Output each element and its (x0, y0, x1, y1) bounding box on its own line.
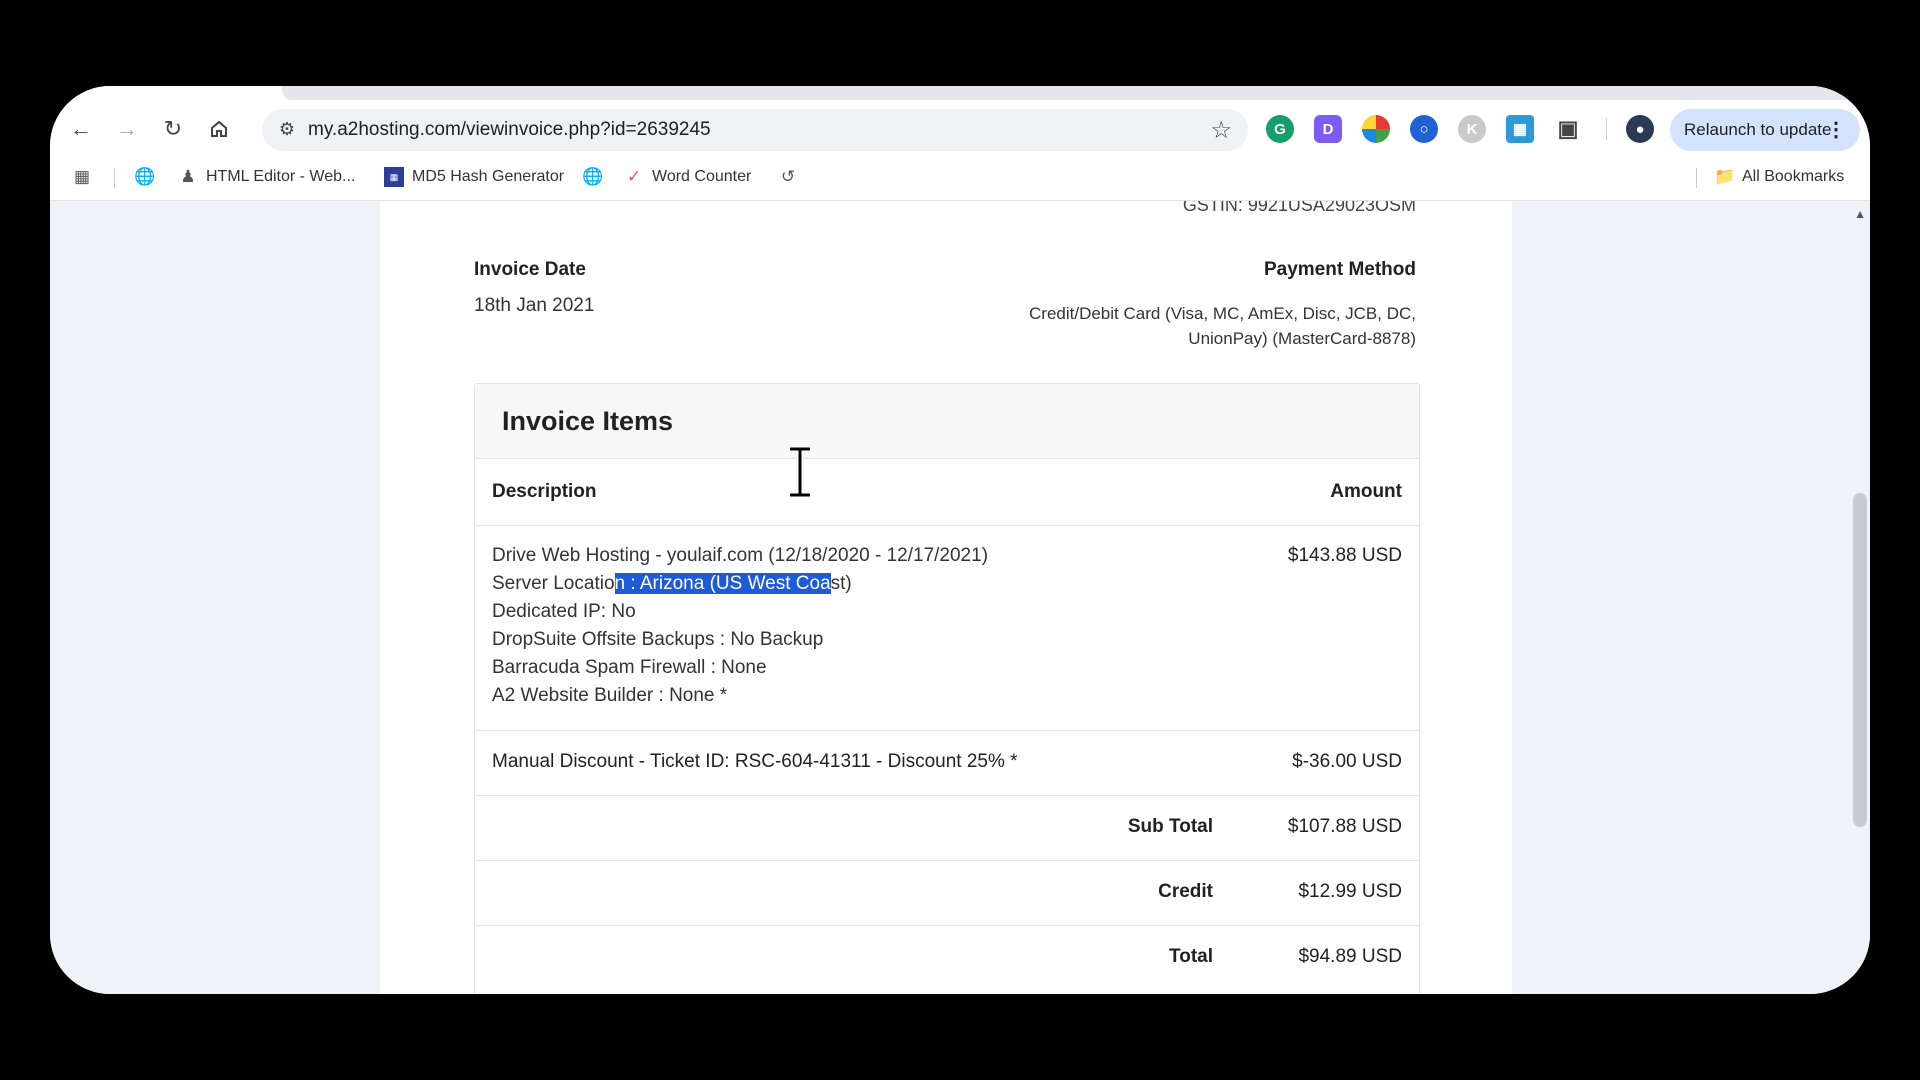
puzzle-icon[interactable]: ▣ (1554, 115, 1582, 143)
toolbar-divider (1606, 118, 1607, 140)
table-row: Manual Discount - Ticket ID: RSC-604-413… (475, 731, 1419, 796)
person-icon: ♟ (180, 167, 196, 186)
relaunch-button[interactable]: Relaunch to update ⋮ (1670, 109, 1860, 151)
invoice-items-title: Invoice Items (502, 406, 674, 436)
bookmark-divider (114, 168, 115, 188)
text-cursor-icon (790, 446, 810, 498)
item-description: Drive Web Hosting - youlaif.com (12/18/2… (492, 542, 988, 710)
url-text[interactable]: my.a2hosting.com/viewinvoice.php?id=2639… (308, 119, 711, 141)
item-line: Dedicated IP: No (492, 601, 636, 622)
table-row: Drive Web Hosting - youlaif.com (12/18/2… (475, 526, 1419, 731)
blue-circle-extension-icon[interactable]: ○ (1410, 115, 1438, 143)
scroll-up-icon[interactable]: ▲ (1854, 207, 1866, 221)
browser-toolbar: ← → ↻ ⚙ my.a2hosting.com/viewinvoice.php… (50, 102, 1870, 156)
k-extension-icon[interactable]: K (1458, 115, 1486, 143)
browser-window: ← → ↻ ⚙ my.a2hosting.com/viewinvoice.php… (50, 86, 1870, 994)
credit-row: Credit $12.99 USD (475, 861, 1419, 926)
tab-strip (50, 86, 1870, 102)
folder-icon: 📁 (1714, 167, 1736, 186)
globe-bookmark-icon[interactable]: 🌐 (134, 167, 155, 187)
table-header-row: Description Amount (475, 459, 1419, 526)
discount-description: Manual Discount - Ticket ID: RSC-604-413… (492, 751, 1018, 772)
map-extension-icon[interactable]: ▦ (1506, 115, 1534, 143)
bookmark-word-counter[interactable]: ✓ Word Counter (624, 167, 751, 187)
invoice-date: 18th Jan 2021 (474, 295, 595, 316)
scrollbar-thumb[interactable] (1853, 493, 1867, 827)
bookmark-label: HTML Editor - Web... (206, 168, 356, 185)
item-line: A2 Website Builder : None * (492, 685, 728, 706)
color-extension-icon[interactable] (1362, 115, 1390, 143)
payment-method-line: UnionPay) (MasterCard-8878) (1188, 329, 1416, 348)
subtotal-label: Sub Total (1127, 816, 1213, 837)
all-bookmarks-label: All Bookmarks (1742, 168, 1845, 185)
item-line: Barracuda Spam Firewall : None (492, 657, 767, 678)
md5-icon: ▦ (384, 167, 404, 187)
col-amount: Amount (1330, 481, 1402, 502)
payment-method-label: Payment Method (1263, 259, 1416, 280)
bookmark-html-editor[interactable]: ♟ HTML Editor - Web... (178, 167, 355, 187)
bookmark-divider (1696, 168, 1697, 188)
col-description: Description (492, 481, 597, 502)
payment-method-text: Credit/Debit Card (Visa, MC, AmEx, Disc,… (996, 301, 1416, 351)
page-content: GSTIN: 9921USA29023OSM Invoice Date 18th… (50, 201, 1870, 994)
item-line-server-location[interactable]: Server Location : Arizona (US West Coast… (492, 570, 988, 598)
apps-grid-icon[interactable]: ▦ (72, 167, 92, 187)
invoice-items-header: Invoice Items (475, 384, 1419, 459)
item-amount: $143.88 USD (1287, 545, 1402, 566)
grammarly-icon[interactable]: G (1266, 115, 1294, 143)
bookmark-md5-generator[interactable]: ▦ MD5 Hash Generator (384, 167, 564, 187)
gstin-text: GSTIN: 9921USA29023OSM (1182, 201, 1416, 215)
reload-icon[interactable]: ↻ (154, 110, 192, 148)
subtotal-row: Sub Total $107.88 USD (475, 796, 1419, 861)
item-line: Drive Web Hosting - youlaif.com (12/18/2… (492, 545, 989, 566)
back-icon[interactable]: ← (62, 110, 100, 148)
invoice-date-label: Invoice Date (474, 259, 586, 280)
credit-label: Credit (1158, 881, 1213, 902)
bookmark-star-icon[interactable]: ☆ (1210, 116, 1232, 145)
discount-amount: $-36.00 USD (1292, 751, 1402, 772)
total-label: Total (1169, 946, 1213, 967)
invoice-items-panel: Invoice Items Description Amount Drive W… (474, 383, 1420, 994)
total-row: Total $94.89 USD (475, 926, 1419, 990)
total-amount: $94.89 USD (1298, 946, 1402, 967)
avatar[interactable]: ● (1626, 115, 1654, 143)
history-icon[interactable]: ↺ (778, 167, 798, 187)
scrollbar[interactable]: ▲ (1850, 201, 1870, 994)
bookmarks-bar: ▦ 🌐 ♟ HTML Editor - Web... ▦ MD5 Hash Ge… (50, 156, 1870, 201)
forward-icon[interactable]: → (108, 110, 146, 148)
invoice-paper: GSTIN: 9921USA29023OSM Invoice Date 18th… (380, 201, 1512, 994)
address-bar[interactable]: ⚙ my.a2hosting.com/viewinvoice.php?id=26… (262, 109, 1248, 151)
site-info-icon[interactable]: ⚙ (276, 119, 298, 141)
relaunch-label: Relaunch to update (1684, 120, 1832, 139)
all-bookmarks[interactable]: 📁 All Bookmarks (1714, 167, 1844, 187)
word-counter-icon: ✓ (626, 167, 642, 186)
payment-method-line: Credit/Debit Card (Visa, MC, AmEx, Disc,… (1029, 304, 1416, 323)
bookmark-label: Word Counter (652, 168, 752, 185)
menu-dots-icon[interactable]: ⋮ (1826, 117, 1846, 142)
credit-amount: $12.99 USD (1298, 881, 1402, 902)
subtotal-amount: $107.88 USD (1287, 816, 1402, 837)
bookmark-label: MD5 Hash Generator (412, 168, 565, 185)
globe-bookmark-icon[interactable]: 🌐 (582, 167, 603, 187)
selected-text[interactable]: n : Arizona (US West Coa (614, 573, 831, 594)
d-extension-icon[interactable]: D (1314, 115, 1342, 143)
home-icon[interactable] (200, 110, 238, 148)
item-text: Server Locatio (492, 573, 615, 594)
item-line: DropSuite Offsite Backups : No Backup (492, 629, 824, 650)
item-text: st) (830, 573, 852, 594)
